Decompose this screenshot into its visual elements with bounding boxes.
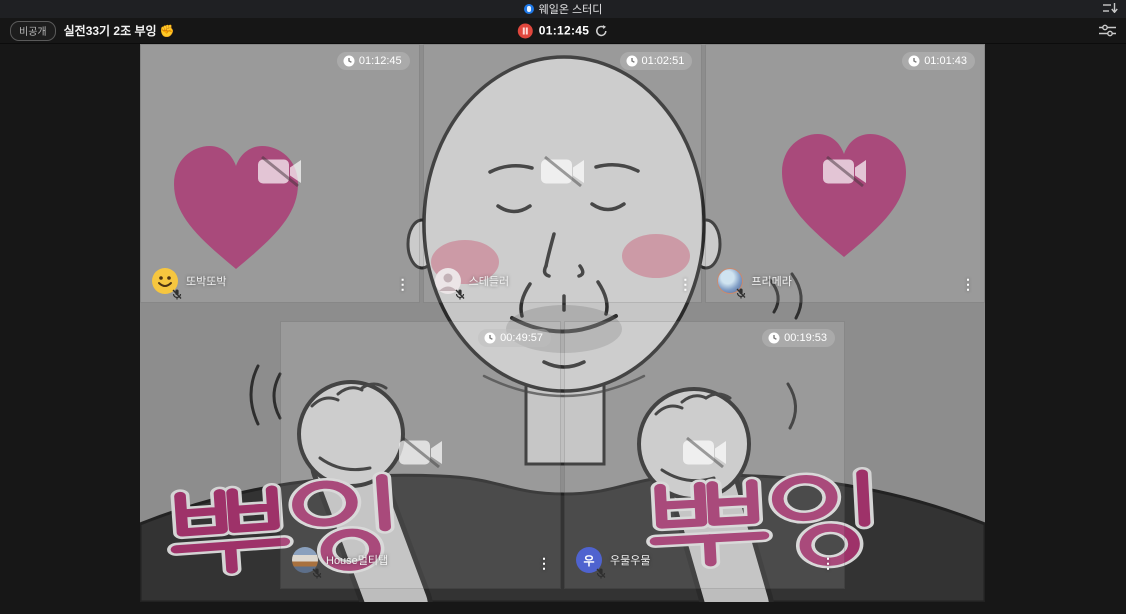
study-timer-value: 01:02:51: [642, 55, 685, 67]
video-tile: 01:01:43: [705, 44, 985, 303]
participant-namebar: House멀티탭: [292, 547, 388, 573]
video-tile: 01:12:45: [140, 44, 420, 303]
participant-namebar: 우 우물우물: [576, 547, 650, 573]
mic-off-icon: [596, 568, 606, 579]
study-timer-badge: 00:49:57: [478, 329, 551, 347]
timer-pause-button[interactable]: [518, 23, 533, 38]
session-timer-control: 01:12:45: [518, 23, 608, 38]
participant-name: 프리메라: [751, 273, 791, 289]
video-tile: 00:19:53 우: [564, 321, 845, 589]
avatar: [292, 547, 318, 573]
study-timer-badge: 00:19:53: [762, 329, 835, 347]
clock-icon: [908, 55, 920, 67]
camera-off-icon: [257, 154, 303, 193]
tile-more-button[interactable]: ⋮: [537, 556, 551, 570]
avatar-letter: 우: [583, 552, 594, 569]
study-timer-value: 01:01:43: [924, 55, 967, 67]
study-timer-badge: 01:01:43: [902, 52, 975, 70]
session-timer-value: 01:12:45: [539, 24, 589, 38]
avatar: [717, 268, 743, 294]
study-timer-value: 01:12:45: [359, 55, 402, 67]
app-title: 웨일온 스터디: [539, 1, 603, 17]
video-settings-button[interactable]: [1099, 24, 1116, 37]
tab-list-button[interactable]: [1102, 2, 1118, 18]
clock-icon: [626, 55, 638, 67]
mic-off-icon: [455, 289, 465, 300]
participant-name: House멀티탭: [326, 552, 388, 568]
mic-off-icon: [312, 568, 322, 579]
clock-icon: [768, 332, 780, 344]
participant-namebar: 스테들러: [435, 268, 509, 294]
tile-more-button[interactable]: ⋮: [821, 556, 835, 570]
camera-off-icon: [682, 436, 728, 475]
video-tile: 00:49:57: [280, 321, 561, 589]
reset-icon: [595, 24, 608, 37]
participant-name: 또박또박: [186, 273, 226, 289]
room-title: 실전33기 2조 부잉 ✊: [64, 22, 175, 39]
tile-more-button[interactable]: ⋮: [396, 277, 410, 291]
mic-off-icon: [172, 289, 182, 300]
privacy-badge: 비공개: [10, 21, 56, 41]
study-timer-value: 00:49:57: [500, 332, 543, 344]
participant-name: 스테들러: [469, 273, 509, 289]
clock-icon: [343, 55, 355, 67]
tab-list-icon: [1102, 2, 1118, 15]
timer-reset-button[interactable]: [595, 24, 608, 37]
avatar: 우: [576, 547, 602, 573]
mic-off-icon: [736, 288, 746, 299]
participant-namebar: 또박또박: [152, 268, 226, 294]
video-tile: 01:02:51: [423, 44, 703, 303]
study-timer-badge: 01:02:51: [620, 52, 693, 70]
participant-name: 우물우물: [610, 552, 650, 568]
avatar: [435, 268, 461, 294]
avatar: [152, 268, 178, 294]
tile-more-button[interactable]: ⋮: [961, 277, 975, 291]
tile-more-button[interactable]: ⋮: [678, 277, 692, 291]
room-header: 비공개 실전33기 2조 부잉 ✊ 01:12:45: [0, 18, 1126, 44]
clock-icon: [484, 332, 496, 344]
filter-sliders-icon: [1099, 24, 1116, 37]
window-titlebar: 웨일온 스터디: [0, 0, 1126, 18]
participant-namebar: 프리메라: [717, 268, 791, 294]
app-favicon-icon: [524, 4, 534, 14]
meeting-content: 01:12:45: [0, 44, 1126, 614]
video-stage: 01:12:45: [140, 44, 985, 602]
camera-off-icon: [822, 154, 868, 193]
camera-off-icon: [540, 154, 586, 193]
camera-off-icon: [398, 436, 444, 475]
study-timer-badge: 01:12:45: [337, 52, 410, 70]
tile-grid: 01:12:45: [140, 44, 985, 589]
study-timer-value: 00:19:53: [784, 332, 827, 344]
